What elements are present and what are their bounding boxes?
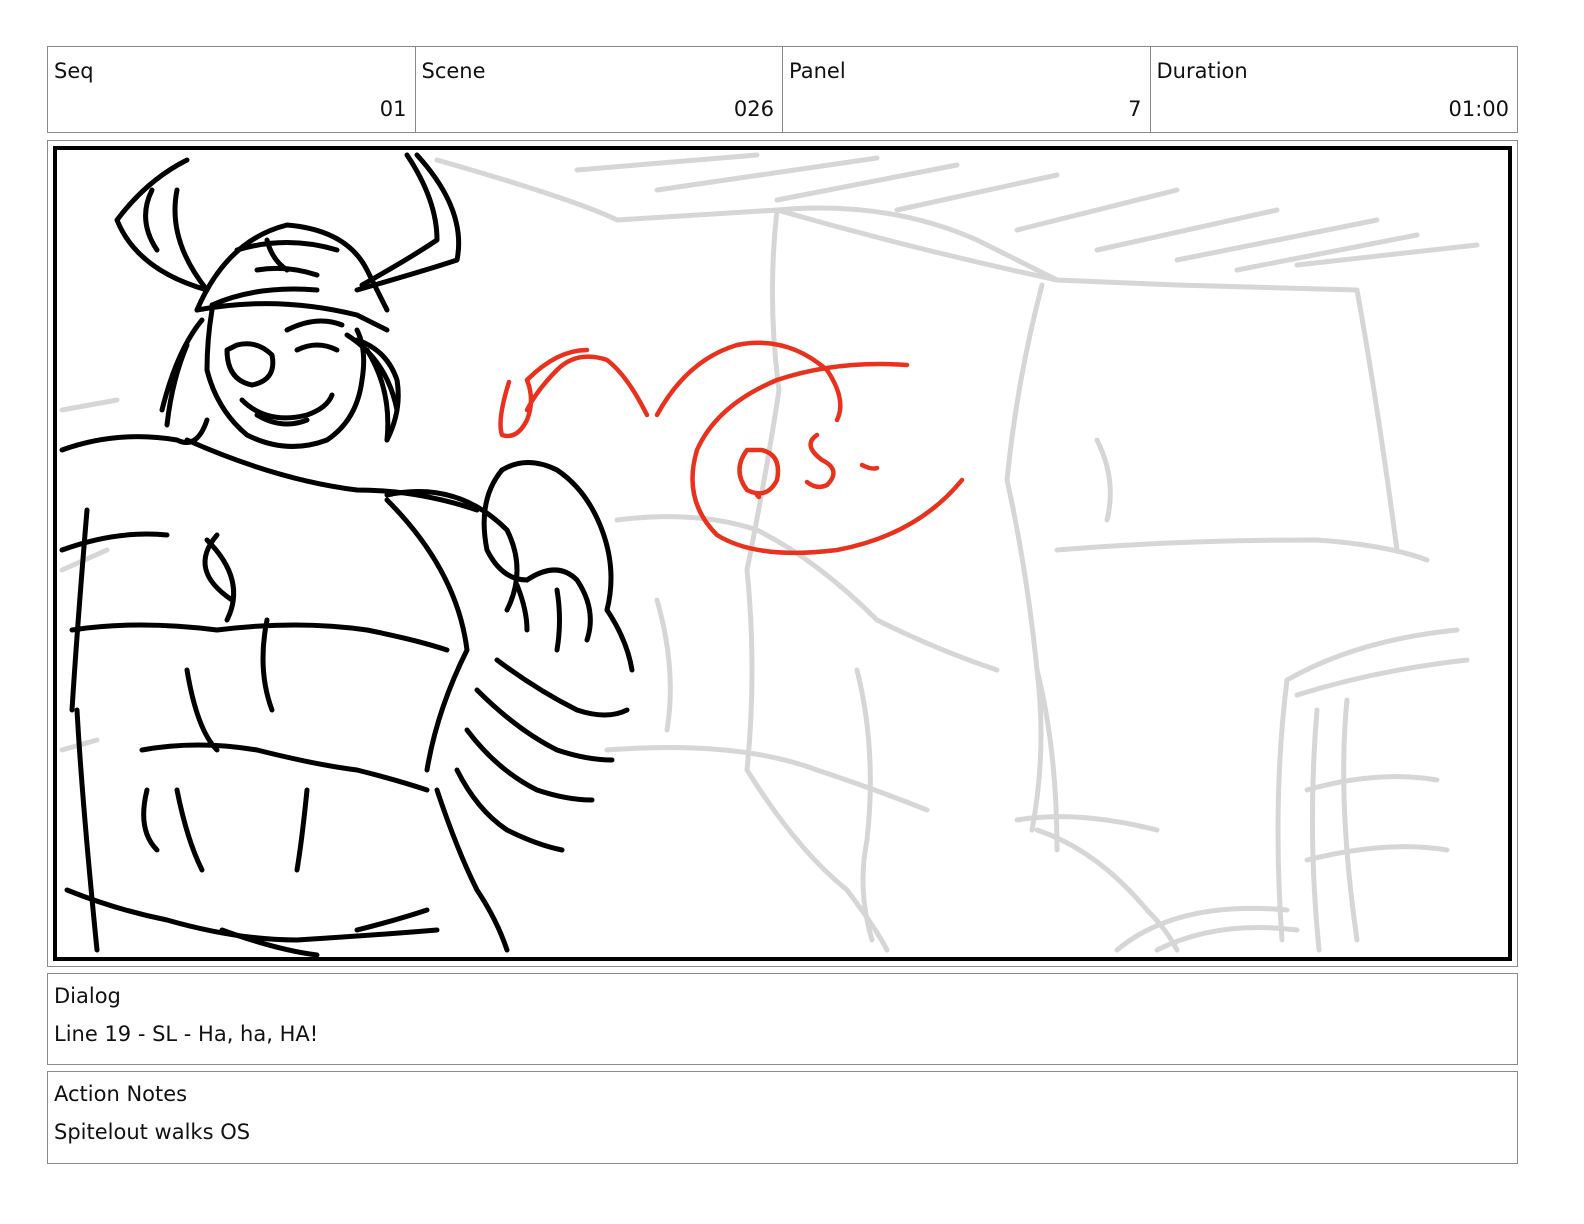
dialog-label: Dialog — [54, 984, 121, 1008]
dialog-text: Line 19 - SL - Ha, ha, HA! — [54, 1022, 319, 1046]
panel-value: 7 — [1128, 97, 1142, 121]
action-notes-text: Spitelout walks OS — [54, 1120, 251, 1144]
storyboard-header: Seq 01 Scene 026 Panel 7 Duration 01:00 — [47, 46, 1518, 133]
action-notes-box: Action Notes Spitelout walks OS — [47, 1071, 1518, 1164]
scene-label: Scene — [421, 59, 486, 83]
duration-label: Duration — [1156, 59, 1248, 83]
character-sketch — [59, 152, 635, 957]
panel-cell: Panel 7 — [783, 47, 1151, 132]
storyboard-panel — [53, 146, 1512, 961]
scene-value: 026 — [733, 97, 774, 121]
duration-value: 01:00 — [1448, 97, 1509, 121]
seq-label: Seq — [54, 59, 94, 83]
duration-cell: Duration 01:00 — [1151, 47, 1518, 132]
scene-cell: Scene 026 — [416, 47, 783, 132]
storyboard-sketch — [59, 152, 1480, 957]
seq-cell: Seq 01 — [48, 47, 416, 132]
panel-label: Panel — [789, 59, 846, 83]
seq-value: 01 — [379, 97, 407, 121]
storyboard-panel-frame — [47, 140, 1518, 967]
dialog-box: Dialog Line 19 - SL - Ha, ha, HA! — [47, 973, 1518, 1065]
action-notes-label: Action Notes — [54, 1082, 188, 1106]
